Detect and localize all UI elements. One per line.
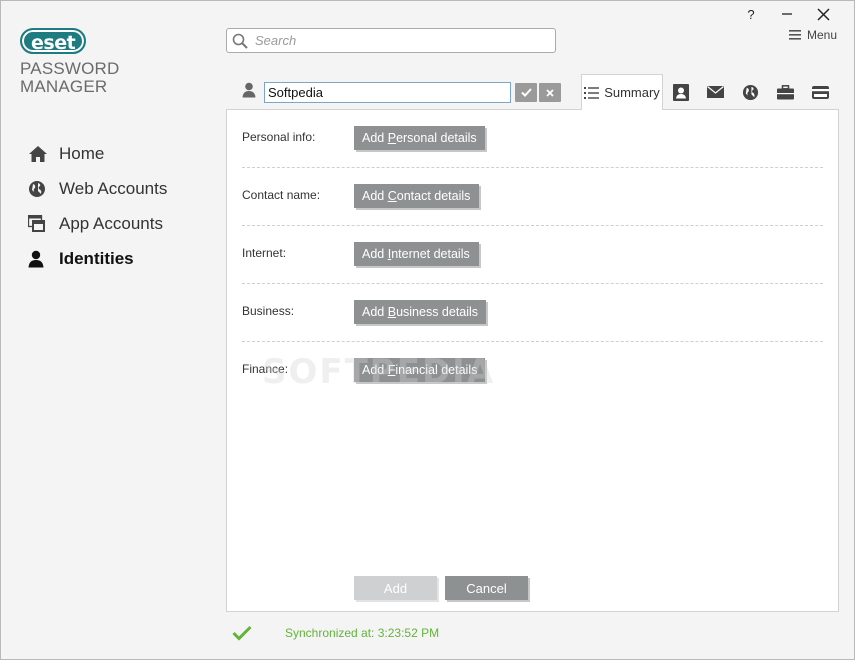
detail-row-contact: Contact name: Add Contact details	[242, 168, 823, 226]
sync-status: Synchronized at: 3:23:52 PM	[232, 625, 439, 641]
detail-label: Contact name:	[242, 188, 321, 202]
identity-details-panel: Personal info: Add Personal details Cont…	[226, 109, 839, 612]
list-icon	[584, 86, 600, 99]
sidebar-item-web-accounts[interactable]: Web Accounts	[28, 171, 218, 206]
tab-summary-label: Summary	[604, 85, 660, 100]
checkmark-icon	[232, 625, 252, 641]
detail-label: Internet:	[242, 246, 287, 260]
home-icon	[28, 145, 59, 163]
close-icon	[816, 7, 830, 21]
confirm-name-button[interactable]	[515, 83, 537, 102]
sidebar: Home Web Accounts App Accounts Identitie…	[28, 136, 218, 276]
add-internet-details-button[interactable]: Add Internet details	[354, 242, 479, 266]
add-button-label: Add	[383, 580, 408, 596]
person-icon	[242, 82, 256, 103]
tab-personal[interactable]	[663, 74, 698, 110]
identity-name-row	[242, 82, 561, 103]
help-label: ?	[747, 6, 755, 22]
app-window-icon	[28, 214, 59, 233]
help-button[interactable]: ?	[733, 4, 769, 24]
globe-icon	[742, 84, 759, 100]
detail-row-business: Business: Add Business details	[242, 284, 823, 342]
eset-logo: eset	[20, 28, 87, 54]
detail-row-personal: Personal info: Add Personal details	[242, 110, 823, 168]
tab-finance[interactable]	[803, 74, 838, 110]
close-button[interactable]	[805, 4, 841, 24]
search-icon	[229, 33, 251, 49]
sidebar-item-label: App Accounts	[59, 213, 163, 233]
detail-label: Personal info:	[242, 130, 316, 144]
identity-tabs: Summary	[581, 74, 838, 110]
menu-button[interactable]: Menu	[788, 28, 837, 42]
globe-icon	[28, 180, 59, 198]
tab-summary[interactable]: Summary	[581, 74, 663, 110]
product-name-line2: MANAGER	[20, 77, 108, 96]
tab-business[interactable]	[768, 74, 803, 110]
hamburger-icon	[788, 30, 801, 40]
sidebar-item-label: Home	[59, 143, 105, 163]
search-input[interactable]	[255, 33, 545, 48]
envelope-icon	[707, 86, 724, 98]
tab-internet[interactable]	[733, 74, 768, 110]
person-icon	[28, 250, 59, 268]
window-controls: ?	[733, 4, 841, 24]
close-icon	[546, 88, 554, 97]
sidebar-item-home[interactable]: Home	[28, 136, 218, 171]
minimize-icon	[782, 13, 792, 15]
product-name: PASSWORD MANAGER	[20, 60, 120, 96]
sidebar-item-identities[interactable]: Identities	[28, 241, 218, 276]
add-button[interactable]: Add	[354, 576, 437, 600]
add-contact-details-button[interactable]: Add Contact details	[354, 184, 479, 208]
sidebar-item-label: Identities	[59, 248, 134, 268]
search-box[interactable]	[226, 28, 556, 53]
app-logo: eset PASSWORD MANAGER	[20, 28, 120, 96]
briefcase-icon	[777, 84, 794, 99]
product-name-line1: PASSWORD	[20, 59, 120, 78]
sync-status-text: Synchronized at: 3:23:52 PM	[285, 626, 440, 640]
cancel-button-label: Cancel	[466, 580, 507, 596]
minimize-button[interactable]	[769, 4, 805, 24]
cancel-button[interactable]: Cancel	[445, 576, 528, 600]
detail-row-internet: Internet: Add Internet details	[242, 226, 823, 284]
credit-card-icon	[812, 85, 829, 99]
detail-row-finance: Finance: Add Financial details	[242, 342, 823, 400]
discard-name-button[interactable]	[539, 83, 561, 102]
add-financial-details-button[interactable]: Add Financial details	[354, 358, 486, 382]
detail-label: Business:	[242, 304, 295, 318]
checkmark-icon	[520, 88, 532, 97]
detail-label: Finance:	[242, 362, 289, 376]
identity-name-input[interactable]	[264, 82, 511, 103]
sidebar-item-app-accounts[interactable]: App Accounts	[28, 206, 218, 241]
menu-label: Menu	[806, 28, 837, 42]
contact-card-icon	[672, 83, 689, 101]
add-business-details-button[interactable]: Add Business details	[354, 300, 487, 324]
add-personal-details-button[interactable]: Add Personal details	[354, 126, 485, 150]
tab-contact[interactable]	[698, 74, 733, 110]
sidebar-item-label: Web Accounts	[59, 178, 168, 198]
